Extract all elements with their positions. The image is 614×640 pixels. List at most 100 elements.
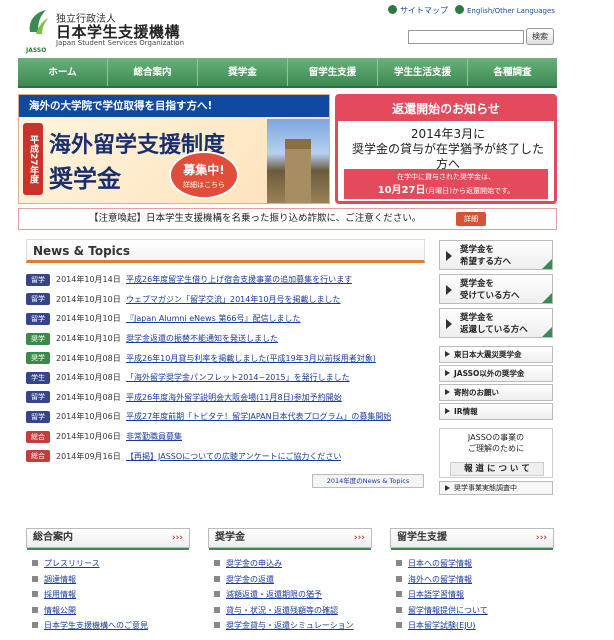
section-link[interactable]: 日本への留学情報 bbox=[390, 558, 554, 574]
section-link[interactable]: 奨学金の返還 bbox=[208, 574, 372, 590]
news-date: 2014年10月10日 bbox=[56, 294, 121, 304]
section-link[interactable]: 留学情報提供について bbox=[390, 605, 554, 621]
scholarship-current-button[interactable]: 奨学金を 受けている方へ bbox=[439, 274, 553, 304]
section-link[interactable]: 奨学金貸与・返還シミュレーション bbox=[208, 620, 372, 636]
section-link[interactable]: 日本留学試験(EJU) bbox=[390, 620, 554, 636]
chevrons-right-icon: ››› bbox=[353, 533, 365, 543]
news-link[interactable]: 非常勤職員募集 bbox=[126, 431, 182, 442]
news-link[interactable]: 平成27年度前期「トビタテ！留学JAPAN日本代表プログラム」の募集開始 bbox=[126, 411, 391, 422]
section-link[interactable]: 減額返還・返還期限の猶予 bbox=[208, 589, 372, 605]
warning-text: 【注意喚起】日本学生支援機構を名乗った振り込め詐欺に、ご注意ください。 bbox=[89, 213, 422, 224]
section-link-label: 日本学生支援機構へのご意見 bbox=[44, 621, 148, 630]
section-link[interactable]: 日本学生支援機構へのご意見 bbox=[26, 620, 190, 636]
section-link[interactable]: 情報公開 bbox=[26, 605, 190, 621]
btn-line2: 返還している方へ bbox=[460, 325, 528, 335]
news-link[interactable]: 平成26年10月貸与利率を掲載しました(平成19年3月以前採用者対象) bbox=[126, 353, 376, 364]
arrow-right-icon bbox=[445, 389, 450, 395]
link-other-scholarships[interactable]: JASSO以外の奨学金 bbox=[439, 365, 553, 382]
logo-text: JASSO bbox=[26, 47, 47, 54]
link-earthquake-scholarship[interactable]: 東日本大震災奨学金 bbox=[439, 346, 553, 363]
section-link[interactable]: 日本語学習情報 bbox=[390, 589, 554, 605]
link-donation[interactable]: 寄附のお願い bbox=[439, 384, 553, 401]
section-title[interactable]: 総合案内 ››› bbox=[26, 528, 190, 550]
study-abroad-banner[interactable]: 海外の大学院で学位取得を目指す方へ! 平成27年度 海外留学支援制度 奨学金 募… bbox=[18, 94, 330, 204]
search-input[interactable] bbox=[408, 30, 524, 44]
bullet-square-icon bbox=[214, 575, 220, 582]
news-link[interactable]: 【再掲】JASSOについての広聴アンケートにご協力ください bbox=[126, 451, 341, 462]
news-link[interactable]: 奨学金返還の振替不能通知を発送しました bbox=[126, 333, 278, 344]
category-tag: 留学 bbox=[26, 410, 50, 423]
global-nav: ホーム 総合案内 奨学金 留学生支援 学生生活支援 各種調査 bbox=[18, 58, 557, 88]
recruiting-badge[interactable]: 募集中! 詳細はこちら bbox=[169, 151, 239, 199]
section-title[interactable]: 奨学金 ››› bbox=[208, 528, 372, 550]
search-button[interactable]: 検索 bbox=[526, 28, 554, 45]
section-link[interactable]: 調達情報 bbox=[26, 574, 190, 590]
repayment-line2: 奨学金の貸与が在学猶予が終了した方へ bbox=[351, 142, 544, 171]
link-label: IR情報 bbox=[454, 407, 478, 416]
bullet-square-icon bbox=[32, 622, 38, 628]
section-general: 総合案内 ››› プレスリリース調達情報 採用情報 情報公開 日本学生支援機構へのご意見 bbox=[26, 528, 190, 636]
section-link[interactable]: 貸与・状況・返還残額等の確認 bbox=[208, 605, 372, 621]
survey-label: 奨学事業実態調査中 bbox=[454, 484, 517, 492]
btn-line2: 希望する方へ bbox=[460, 257, 512, 267]
nav-intl-student[interactable]: 留学生支援 bbox=[288, 58, 378, 86]
nav-surveys[interactable]: 各種調査 bbox=[468, 58, 557, 86]
repayment-banner[interactable]: 返還開始のお知らせ 2014年3月に 奨学金の貸与が在学猶予が終了した方へ 在学… bbox=[335, 94, 557, 204]
news-link[interactable]: ウェブマガジン「留学交流」2014年10月号を掲載しました bbox=[126, 294, 341, 305]
news-link[interactable]: 平成26年度海外留学説明会大阪会場(11月8日)参加予約開始 bbox=[126, 392, 342, 403]
scholarship-apply-button[interactable]: 奨学金を 希望する方へ bbox=[439, 240, 553, 270]
nav-student-life[interactable]: 学生生活支援 bbox=[378, 58, 468, 86]
news-date: 2014年10月06日 bbox=[56, 412, 121, 422]
news-item: 留学 2014年10月06日 平成27年度前期「トビタテ！留学JAPAN日本代表プロ… bbox=[26, 407, 426, 427]
jasso-understanding-box[interactable]: JASSOの事業の ご理解のために 報 道 に つ い て bbox=[439, 428, 553, 478]
arrow-right-icon bbox=[446, 319, 452, 329]
category-tag: 総合 bbox=[26, 450, 50, 463]
section-link-label: プレスリリース bbox=[44, 559, 100, 568]
warning-detail-button[interactable]: 詳細 bbox=[456, 212, 486, 226]
jasso-box-text: JASSOの事業の ご理解のために bbox=[440, 429, 552, 454]
bullet-square-icon bbox=[396, 606, 402, 613]
bullet-square-icon bbox=[214, 591, 220, 597]
section-link[interactable]: 奨学金の申込み bbox=[208, 558, 372, 574]
section-title[interactable]: 留学生支援 ››› bbox=[390, 528, 554, 550]
news-date: 2014年10月06日 bbox=[56, 432, 121, 442]
globe-icon bbox=[455, 5, 464, 14]
news-archive-link[interactable]: 2014年度のNews & Topics bbox=[312, 474, 424, 488]
repayment-foot1: 在学中に貸与された奨学金は、 bbox=[397, 173, 495, 181]
bullet-square-icon bbox=[32, 591, 38, 597]
section-link[interactable]: プレスリリース bbox=[26, 558, 190, 574]
news-item: 学生 2014年10月08日 「海外留学奨学金パンフレット2014~2015」を発行… bbox=[26, 368, 426, 388]
nav-home[interactable]: ホーム bbox=[18, 58, 108, 86]
news-item: 奨学 2014年10月08日 平成26年10月貸与利率を掲載しました(平成19年3月… bbox=[26, 348, 426, 368]
bullet-square-icon bbox=[32, 606, 38, 613]
sitemap-link[interactable]: サイトマップ bbox=[388, 5, 448, 16]
section-link[interactable]: 採用情報 bbox=[26, 589, 190, 605]
section-link[interactable]: 海外への留学情報 bbox=[390, 574, 554, 590]
nav-general[interactable]: 総合案内 bbox=[108, 58, 198, 86]
news-date: 2014年10月10日 bbox=[56, 334, 121, 344]
jasso-logo-icon[interactable] bbox=[26, 8, 50, 48]
language-link[interactable]: English/Other Languages bbox=[455, 5, 555, 15]
bullet-square-icon bbox=[214, 560, 220, 566]
bullet-square-icon bbox=[32, 575, 38, 582]
section-intl-student: 留学生支援 ››› 日本への留学情報 海外への留学情報 日本語学習情報 留学情報提供につ… bbox=[390, 528, 554, 636]
link-label: 寄附のお願い bbox=[454, 388, 499, 397]
survey-link[interactable]: 奨学事業実態調査中 bbox=[439, 481, 553, 495]
arrow-right-icon bbox=[445, 485, 450, 491]
arrow-right-icon bbox=[445, 351, 450, 357]
scholarship-repay-button[interactable]: 奨学金を 返還している方へ bbox=[439, 308, 553, 338]
news-item: 奨学 2014年10月10日 奨学金返還の振替不能通知を発送しました bbox=[26, 329, 426, 349]
corner-mark bbox=[542, 293, 552, 303]
org-english-name: Japan Student Services Organization bbox=[56, 39, 185, 47]
news-link[interactable]: 「海外留学奨学金パンフレット2014~2015」を発行しました bbox=[126, 372, 350, 383]
category-tag: 学生 bbox=[26, 371, 50, 384]
nav-scholarship[interactable]: 奨学金 bbox=[198, 58, 288, 86]
news-link[interactable]: 『Japan Alumni eNews 第66号』配信しました bbox=[126, 313, 301, 324]
section-list: プレスリリース調達情報 採用情報 情報公開 日本学生支援機構へのご意見 bbox=[26, 558, 190, 636]
corner-mark bbox=[542, 259, 552, 269]
press-button[interactable]: 報 道 に つ い て bbox=[450, 462, 544, 476]
news-date: 2014年10月08日 bbox=[56, 392, 121, 402]
news-link[interactable]: 平成26年度留学生借り上げ宿舎支援事業の追加募集を行います bbox=[126, 274, 352, 285]
link-ir-info[interactable]: IR情報 bbox=[439, 403, 553, 420]
university-photo bbox=[267, 119, 329, 203]
